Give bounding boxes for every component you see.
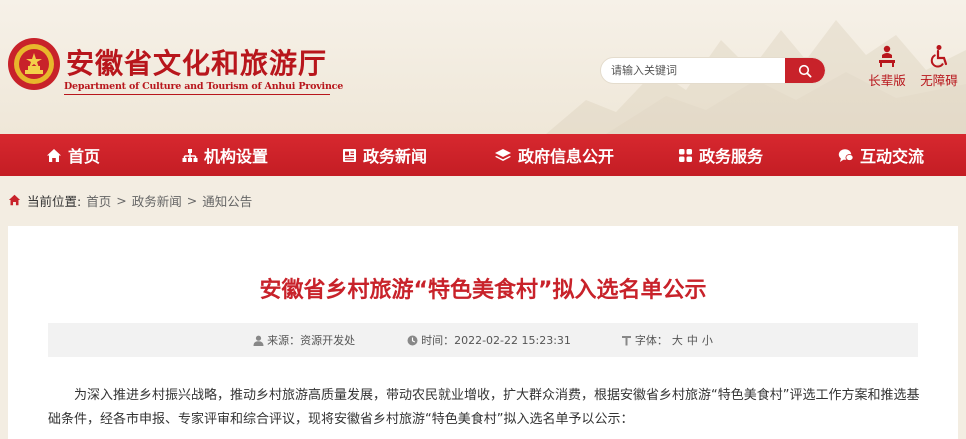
nav-label: 政务服务 bbox=[699, 147, 764, 166]
nav-label: 政府信息公开 bbox=[518, 147, 615, 166]
article-time-text: 时间：2022-02-22 15:23:31 bbox=[421, 334, 571, 347]
breadcrumb-prefix: 当前位置: bbox=[27, 193, 82, 209]
nav-label: 互动交流 bbox=[860, 147, 925, 166]
font-size-small[interactable]: 小 bbox=[702, 332, 713, 348]
nav-item-org[interactable]: 机构设置 bbox=[182, 134, 268, 176]
nav-label: 机构设置 bbox=[204, 147, 269, 166]
article-body: 为深入推进乡村振兴战略，推动乡村旅游高质量发展，带动农民就业增收，扩大群众消费，… bbox=[48, 388, 920, 427]
grid-icon bbox=[679, 148, 692, 162]
breadcrumb-separator: > bbox=[116, 192, 127, 208]
article-source-text: 来源：资源开发处 bbox=[267, 334, 356, 347]
accessibility-icon bbox=[930, 45, 948, 68]
clock-icon bbox=[407, 335, 418, 345]
font-size-medium[interactable]: 中 bbox=[687, 332, 698, 348]
search-input[interactable] bbox=[611, 58, 781, 83]
font-size-label: 字体： bbox=[634, 334, 668, 347]
accessibility-button[interactable]: 无障碍 bbox=[916, 44, 962, 89]
breadcrumb-news[interactable]: 政务新闻 bbox=[132, 191, 182, 210]
site-title: 安徽省文化和旅游厅 bbox=[66, 47, 328, 80]
breadcrumb-notices[interactable]: 通知公告 bbox=[202, 191, 252, 210]
font-size-control: 字体： 大 中 小 bbox=[621, 332, 713, 348]
elder-mode-button[interactable]: 长辈版 bbox=[864, 44, 910, 89]
nav-item-services[interactable]: 政务服务 bbox=[678, 134, 763, 176]
user-icon bbox=[253, 335, 264, 346]
article-source: 来源：资源开发处 bbox=[253, 332, 355, 348]
national-emblem-icon bbox=[8, 38, 60, 90]
nav-label: 首页 bbox=[68, 147, 101, 166]
search-icon bbox=[798, 64, 812, 78]
home-icon bbox=[47, 148, 61, 162]
breadcrumb: 当前位置: 首页 > 政务新闻 > 通知公告 bbox=[8, 190, 252, 210]
article-time: 时间：2022-02-22 15:23:31 bbox=[407, 332, 571, 348]
search-button[interactable] bbox=[785, 58, 825, 83]
breadcrumb-separator: > bbox=[186, 192, 198, 208]
elder-icon bbox=[879, 45, 895, 67]
chat-icon bbox=[838, 148, 854, 162]
elder-mode-label: 长辈版 bbox=[868, 73, 906, 88]
site-header: 安徽省文化和旅游厅 Department of Culture and Tour… bbox=[0, 0, 966, 134]
nav-item-news[interactable]: 政务新闻 bbox=[342, 134, 427, 176]
article-panel: 安徽省乡村旅游“特色美食村”拟入选名单公示 来源：资源开发处 时间：2022-0… bbox=[8, 226, 958, 439]
site-title-english: Department of Culture and Tourism of Anh… bbox=[64, 81, 344, 92]
title-underline bbox=[64, 94, 330, 95]
article-title: 安徽省乡村旅游“特色美食村”拟入选名单公示 bbox=[259, 278, 707, 303]
layers-icon bbox=[495, 148, 511, 161]
breadcrumb-home[interactable]: 首页 bbox=[86, 191, 111, 210]
font-size-large[interactable]: 大 bbox=[672, 332, 683, 348]
nav-label: 政务新闻 bbox=[363, 147, 428, 166]
accessibility-label: 无障碍 bbox=[920, 73, 958, 88]
news-icon bbox=[343, 148, 356, 162]
nav-item-info-disclosure[interactable]: 政府信息公开 bbox=[494, 134, 614, 176]
search-box bbox=[600, 57, 826, 84]
text-size-icon bbox=[621, 335, 631, 345]
org-chart-icon bbox=[182, 148, 198, 162]
nav-item-interaction[interactable]: 互动交流 bbox=[838, 134, 924, 176]
home-icon bbox=[8, 194, 21, 206]
main-nav: 首页 机构设置 政务新闻 政府信息公开 政务服务 互动交流 bbox=[0, 134, 966, 176]
article-meta: 来源：资源开发处 时间：2022-02-22 15:23:31 字体： 大 中 … bbox=[48, 323, 918, 357]
nav-item-home[interactable]: 首页 bbox=[46, 134, 100, 176]
